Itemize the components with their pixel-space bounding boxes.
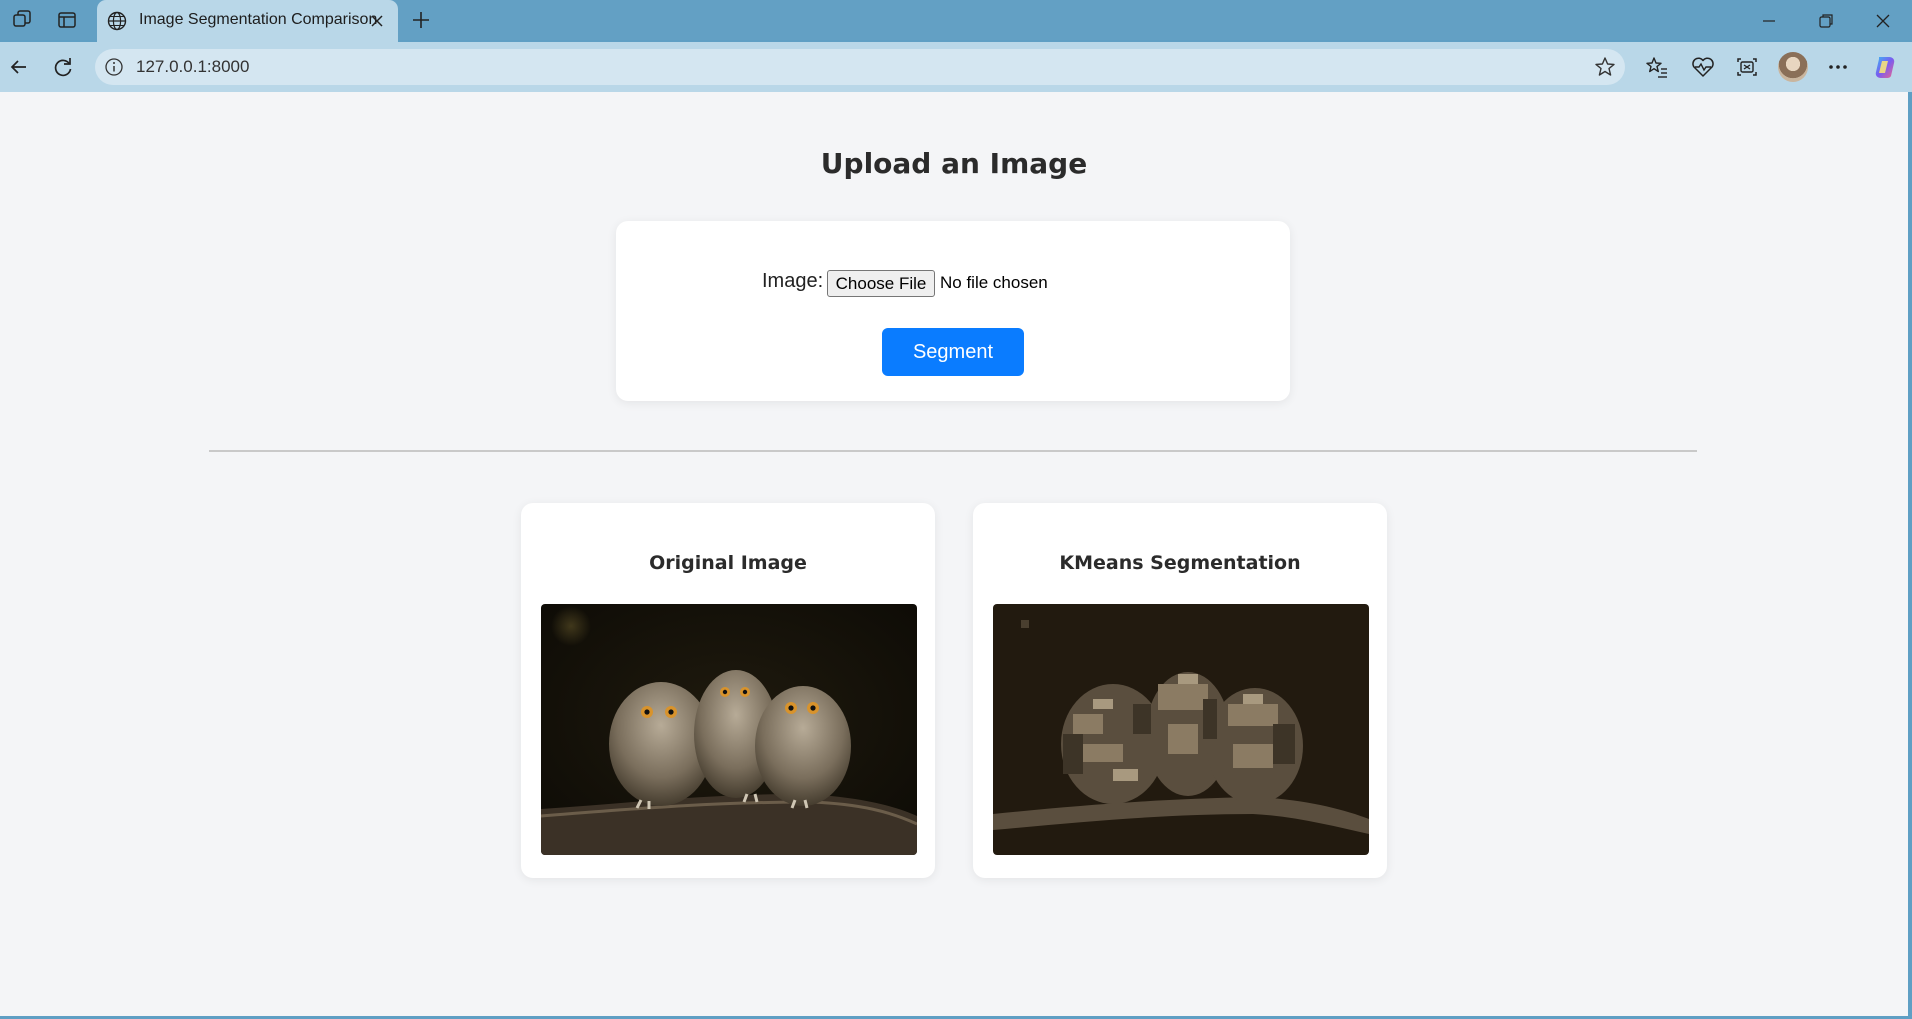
file-status-text: No file chosen [940,273,1048,292]
kmeans-segmentation-title: KMeans Segmentation [1059,552,1301,574]
upload-form-card: Image: Choose File No file chosen Segmen… [616,221,1290,401]
workspaces-icon[interactable] [6,6,38,34]
screenshot-icon[interactable] [1732,52,1762,82]
url-text[interactable]: 127.0.0.1:8000 [136,57,249,77]
info-icon[interactable] [103,56,125,78]
original-image-title: Original Image [649,552,807,574]
browser-titlebar: Image Segmentation Comparison [0,0,1912,42]
restore-icon[interactable] [1812,8,1840,34]
window-close-icon[interactable] [1869,8,1897,34]
browser-toolbar: 127.0.0.1:8000 [0,42,1912,92]
original-image-card: Original Image [521,503,935,878]
segment-button[interactable]: Segment [882,328,1024,376]
more-icon[interactable] [1823,52,1853,82]
favorites-icon[interactable] [1642,52,1672,82]
tab-actions-icon[interactable] [51,6,83,34]
globe-icon [106,10,128,32]
refresh-icon[interactable] [48,52,78,82]
section-divider [209,450,1697,452]
copilot-icon[interactable] [1870,52,1900,82]
image-field-label: Image: [762,270,824,292]
page-title: Upload an Image [820,147,1088,180]
kmeans-segmented-image [993,604,1369,855]
original-owls-image [541,604,917,855]
active-tab[interactable]: Image Segmentation Comparison [97,0,398,42]
address-bar[interactable]: 127.0.0.1:8000 [95,49,1625,85]
plus-icon[interactable] [407,6,435,34]
page-body: Upload an Image Image: Choose File No fi… [0,92,1908,1016]
health-icon[interactable] [1688,52,1718,82]
choose-file-button[interactable]: Choose File [827,270,935,297]
kmeans-segmentation-card: KMeans Segmentation [973,503,1387,878]
tab-title: Image Segmentation Comparison [139,11,378,28]
close-icon[interactable] [366,10,388,32]
star-icon[interactable] [1593,55,1617,79]
back-icon[interactable] [4,52,34,82]
profile-avatar[interactable] [1778,52,1808,82]
minimize-icon[interactable] [1755,8,1783,34]
